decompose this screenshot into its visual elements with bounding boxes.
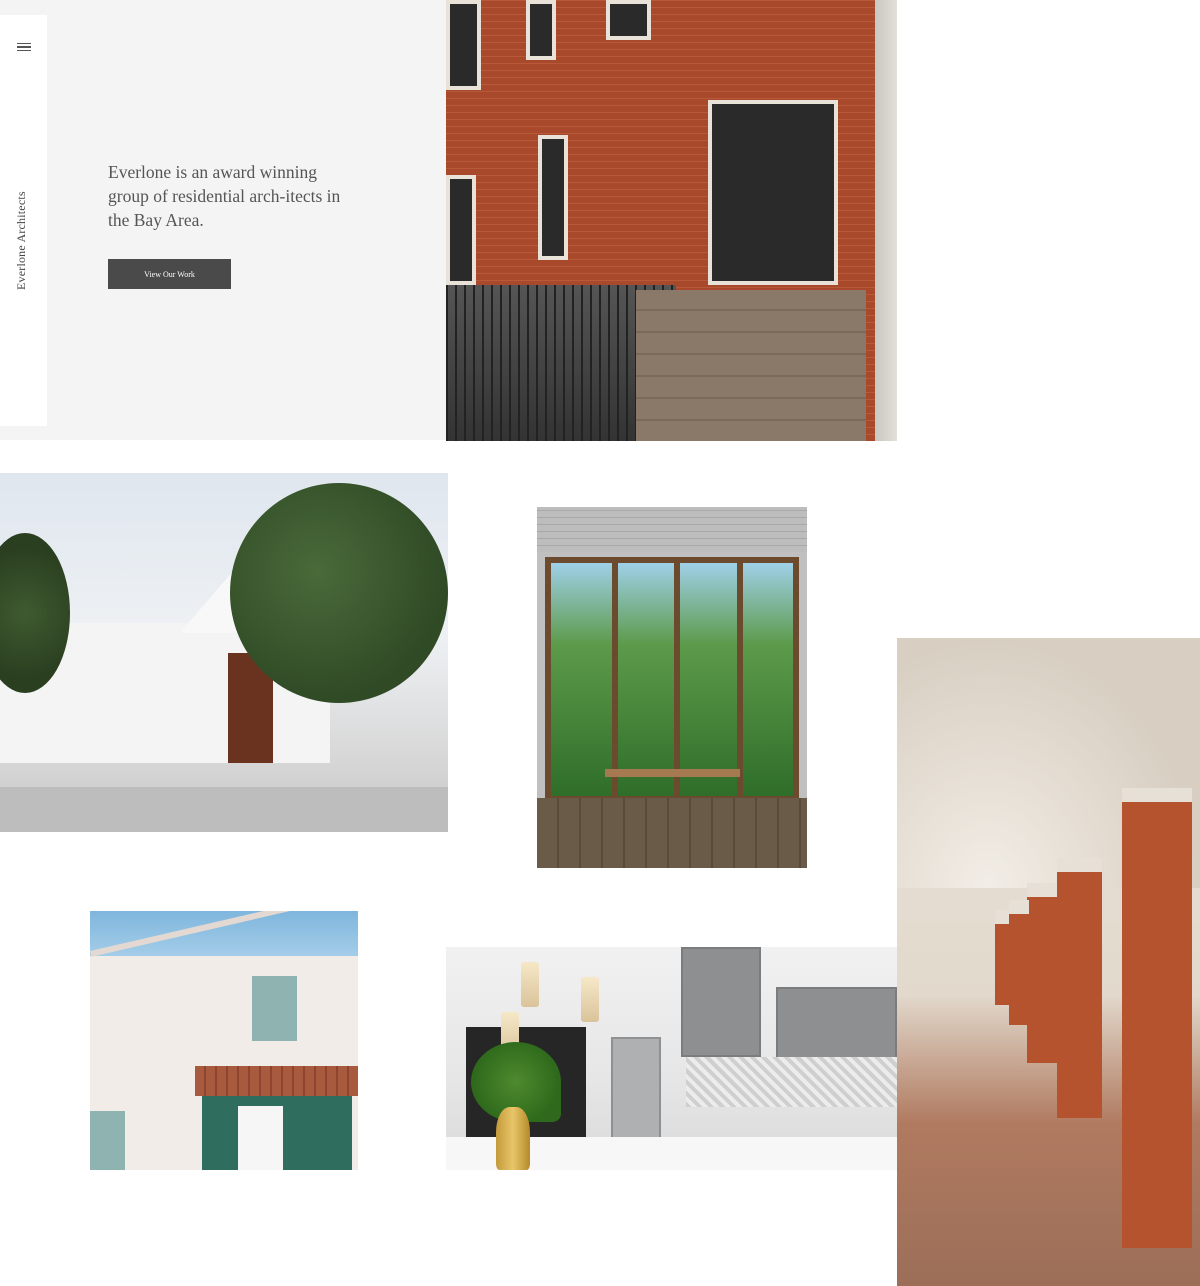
hero-panel: Everlone is an award winning group of re…	[0, 0, 446, 440]
tropical-window-room-photo[interactable]	[537, 507, 807, 868]
brick-townhouse-photo[interactable]	[446, 0, 897, 441]
white-modern-house-photo[interactable]	[0, 473, 448, 832]
view-our-work-button[interactable]: View Our Work	[108, 259, 231, 289]
white-villa-green-shutters-photo[interactable]	[90, 911, 358, 1170]
sidebar: Everlone Architects	[0, 15, 47, 426]
hero-tagline: Everlone is an award winning group of re…	[108, 162, 341, 230]
grey-kitchen-photo[interactable]	[446, 947, 897, 1170]
brand-name-vertical: Everlone Architects	[14, 191, 28, 290]
arched-colonnade-photo[interactable]	[897, 638, 1200, 1286]
hamburger-menu-icon[interactable]	[17, 43, 31, 55]
